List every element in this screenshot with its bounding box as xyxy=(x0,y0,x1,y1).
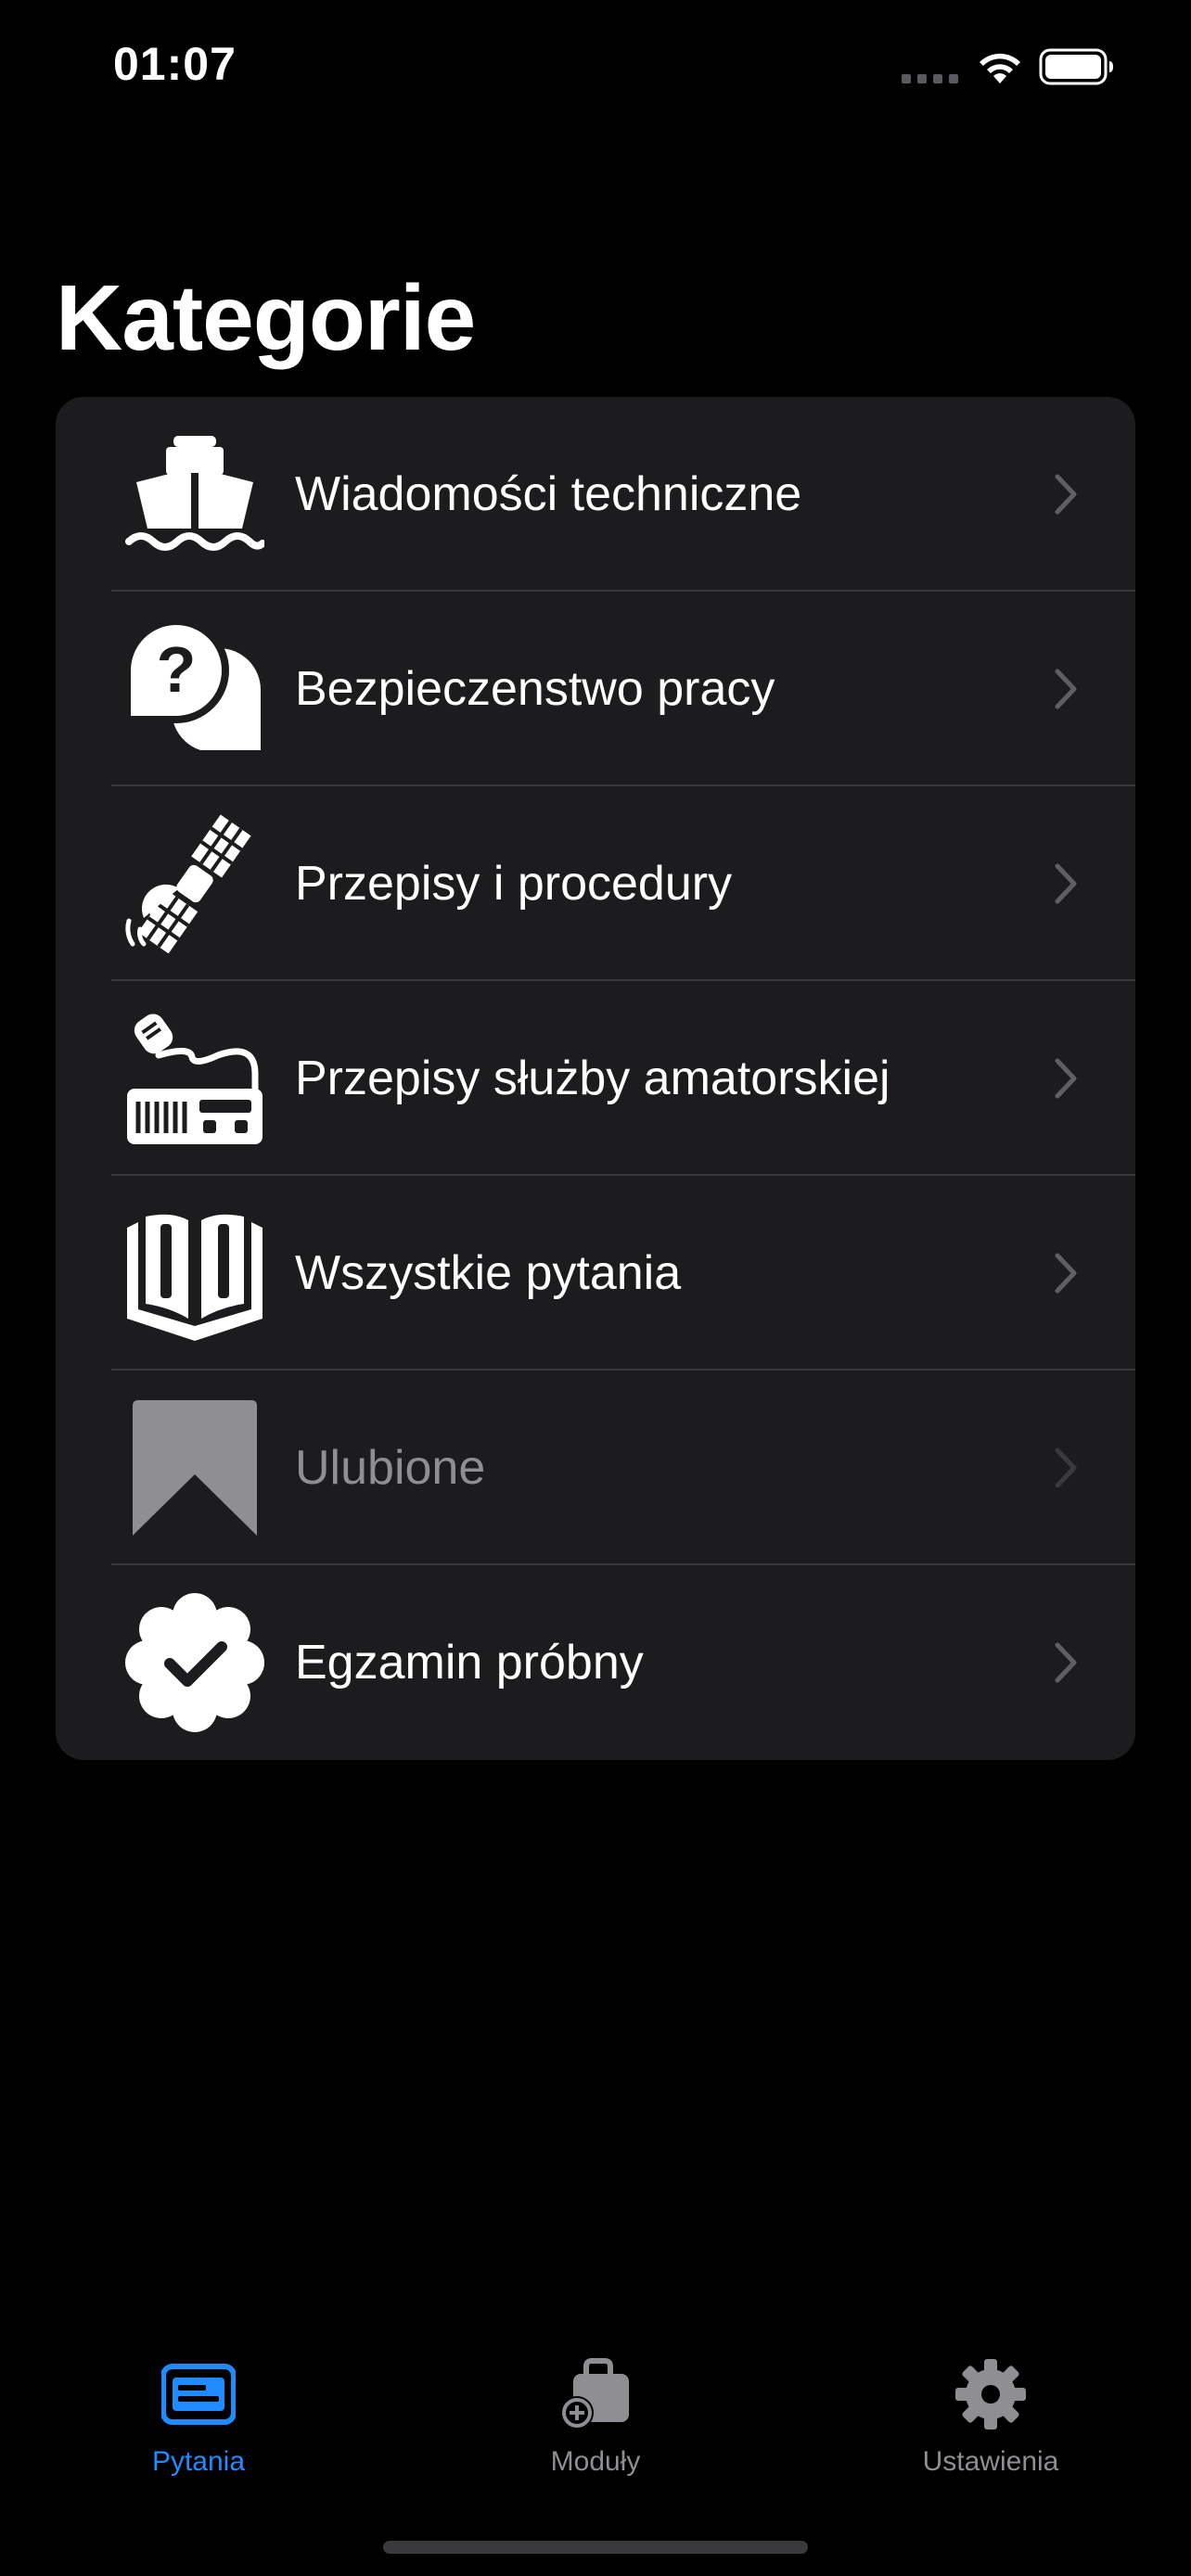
ship-icon xyxy=(125,436,264,551)
satellite-icon xyxy=(125,814,251,953)
bookmark-icon xyxy=(133,1400,257,1536)
status-bar: 01:07 xyxy=(0,0,1191,139)
checkmark-badge-icon xyxy=(125,1593,264,1732)
chevron-right-icon xyxy=(1055,1642,1077,1683)
category-row-all-questions[interactable]: Wszystkie pytania xyxy=(56,1176,1135,1371)
battery-icon xyxy=(1039,48,1113,85)
chevron-right-icon xyxy=(1055,1447,1077,1488)
status-time: 01:07 xyxy=(113,38,237,90)
cellular-signal-icon xyxy=(902,74,958,83)
tab-modules[interactable]: Moduły xyxy=(456,2357,735,2496)
category-row-work-safety[interactable]: ? Bezpieczenstwo pracy xyxy=(56,592,1135,786)
category-label: Wiadomości techniczne xyxy=(295,467,802,521)
page-title: Kategorie xyxy=(56,266,476,370)
wifi-icon xyxy=(980,53,1020,83)
book-icon xyxy=(127,1214,263,1341)
radio-transceiver-icon xyxy=(127,1014,263,1144)
gear-icon xyxy=(955,2359,1026,2429)
card-icon xyxy=(161,2364,236,2425)
chevron-right-icon xyxy=(1055,863,1077,904)
category-label: Przepisy i procedury xyxy=(295,857,733,911)
chevron-right-icon xyxy=(1055,1058,1077,1099)
svg-text:?: ? xyxy=(157,633,197,706)
category-row-practice-exam[interactable]: Egzamin próbny xyxy=(56,1565,1135,1760)
tab-label: Moduły xyxy=(550,2446,641,2477)
category-label: Bezpieczenstwo pracy xyxy=(295,662,775,716)
category-row-favorites[interactable]: Ulubione xyxy=(56,1371,1135,1565)
category-label: Egzamin próbny xyxy=(295,1636,644,1690)
tab-settings[interactable]: Ustawienia xyxy=(852,2357,1130,2496)
home-indicator xyxy=(383,2541,808,2554)
category-list: Wiadomości techniczne ? Bezpieczenstwo p… xyxy=(56,397,1135,1760)
category-row-amateur-service-rules[interactable]: Przepisy służby amatorskiej xyxy=(56,981,1135,1176)
category-label: Ulubione xyxy=(295,1441,486,1495)
chevron-right-icon xyxy=(1055,1253,1077,1294)
chevron-right-icon xyxy=(1055,669,1077,709)
chevron-right-icon xyxy=(1055,474,1077,515)
tab-label: Pytania xyxy=(151,2446,246,2477)
tab-questions[interactable]: Pytania xyxy=(59,2357,338,2496)
category-label: Wszystkie pytania xyxy=(295,1246,682,1300)
question-bubbles-icon: ? xyxy=(125,619,261,750)
tab-label: Ustawienia xyxy=(922,2446,1059,2477)
category-row-rules-procedures[interactable]: Przepisy i procedury xyxy=(56,786,1135,981)
category-row-technical-knowledge[interactable]: Wiadomości techniczne xyxy=(56,397,1135,592)
bag-add-icon xyxy=(560,2358,629,2429)
category-label: Przepisy służby amatorskiej xyxy=(295,1052,890,1105)
